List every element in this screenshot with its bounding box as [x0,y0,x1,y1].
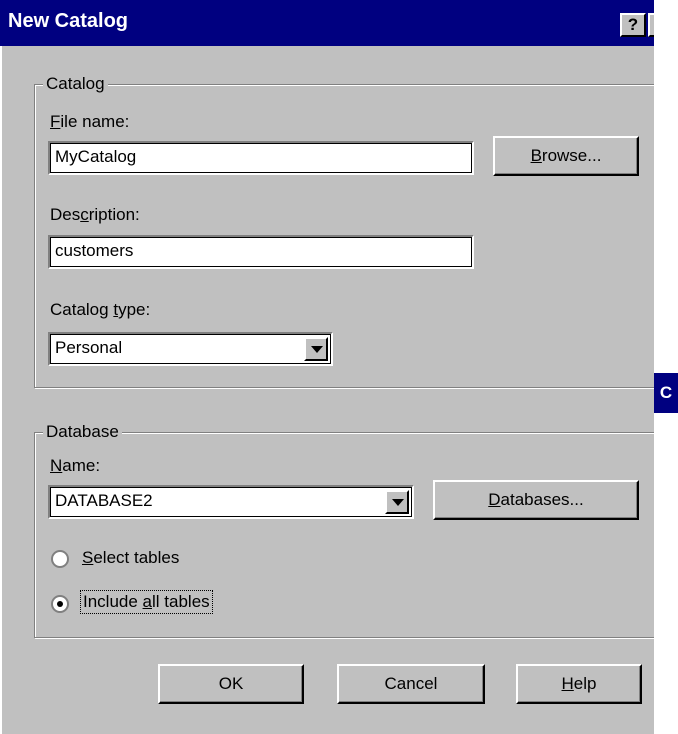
window-title: New Catalog [8,10,129,32]
database-group-legend: Database [43,422,122,442]
databases-button[interactable]: Databases... [433,480,639,520]
catalog-type-select[interactable]: Personal [48,332,333,366]
include-all-tables-radio[interactable] [51,595,69,613]
file-name-label: File name: [50,112,130,131]
database-name-label: Name: [50,456,101,475]
file-name-input[interactable]: MyCatalog [48,141,474,175]
help-button[interactable]: Help [516,664,642,704]
description-label: Description: [50,205,140,224]
database-name-select[interactable]: DATABASE2 [48,485,414,519]
catalog-type-label: Catalog type: [50,300,151,319]
description-input[interactable]: customers [48,235,474,269]
browse-button[interactable]: Browse... [493,136,639,176]
cancel-button[interactable]: Cancel [337,664,485,704]
title-bar[interactable]: New Catalog ? ✕ [0,0,678,46]
include-all-tables-label[interactable]: Include all tables [80,590,213,614]
question-mark-icon: ? [627,15,639,34]
chevron-down-icon[interactable] [304,337,328,361]
help-titlebar-button[interactable]: ? [620,13,646,37]
ok-button[interactable]: OK [158,664,304,704]
select-tables-radio[interactable] [51,550,69,568]
chevron-down-icon[interactable] [385,490,409,514]
background-window-edge [654,0,678,734]
new-catalog-dialog: New Catalog ? ✕ Catalog File name: MyCat… [0,0,678,734]
select-tables-label[interactable]: Select tables [82,548,179,568]
background-window-titlebar[interactable]: C [654,373,678,413]
catalog-group-legend: Catalog [43,74,108,94]
